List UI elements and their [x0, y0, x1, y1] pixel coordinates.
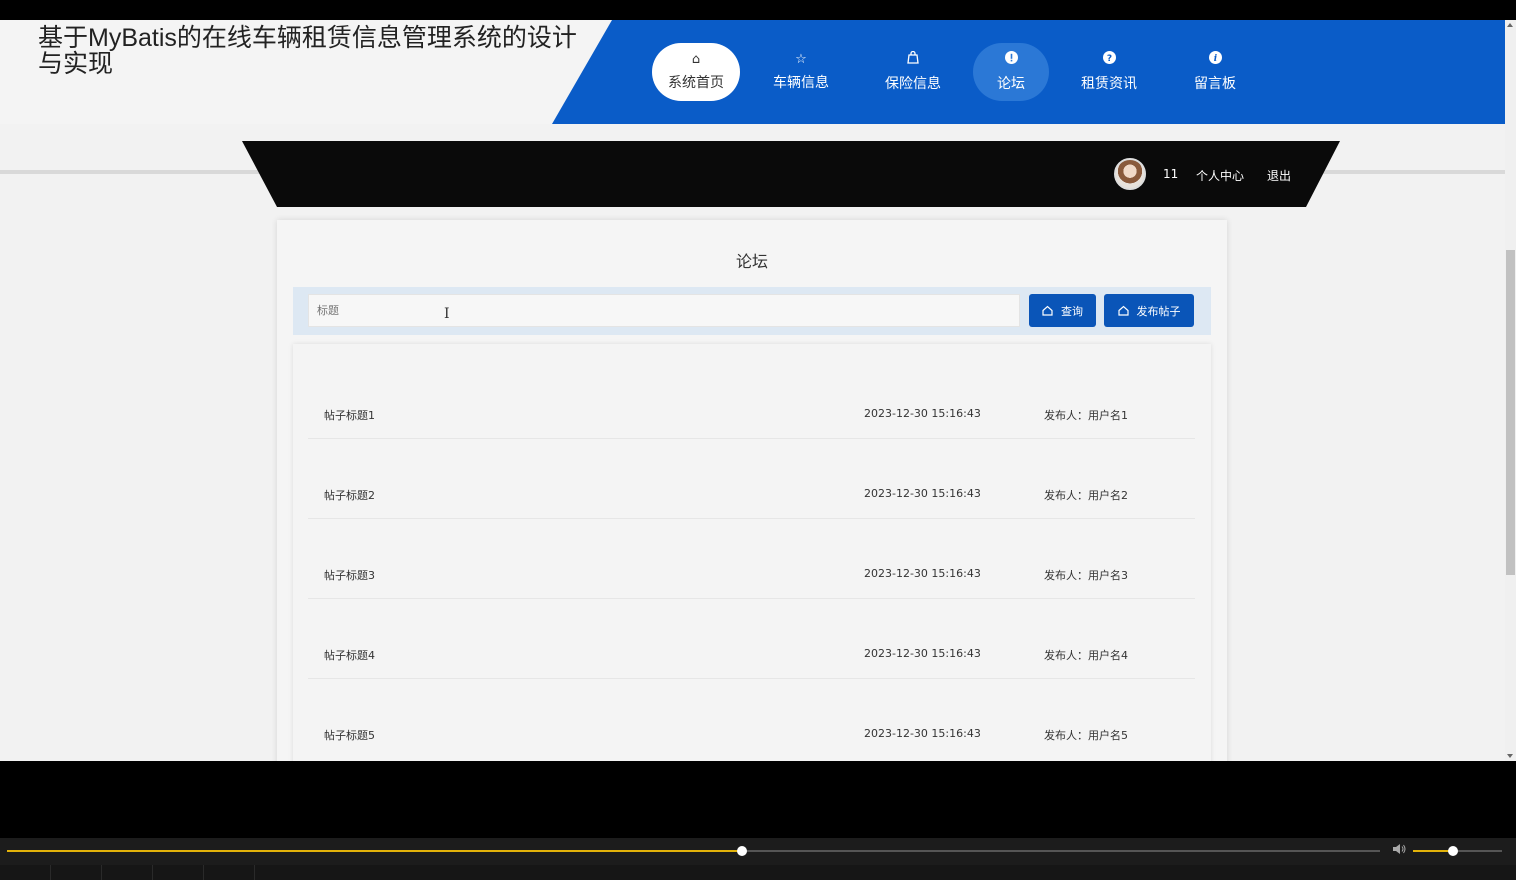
post-row[interactable]: 帖子标题3 2023-12-30 15:16:43 发布人：用户名3: [308, 519, 1195, 599]
post-row[interactable]: 帖子标题1 2023-12-30 15:16:43 发布人：用户名1: [308, 359, 1195, 439]
home-icon: [1042, 305, 1053, 316]
volume-handle[interactable]: [1448, 846, 1459, 856]
post-list: 帖子标题1 2023-12-30 15:16:43 发布人：用户名1 帖子标题2…: [293, 344, 1211, 761]
publish-label: 发布帖子: [1136, 304, 1181, 318]
nav-item-rental-news[interactable]: ? 租赁资讯: [1066, 43, 1152, 101]
player-cell: [204, 865, 255, 880]
progress-bar[interactable]: [7, 846, 1380, 856]
post-author: 发布人：用户名3: [1044, 569, 1128, 582]
nav-label: 留言板: [1194, 76, 1236, 92]
home-icon: ⌂: [691, 51, 701, 67]
site-title: 基于MyBatis的在线车辆租赁信息管理系统的设计与实现: [38, 24, 577, 78]
post-row[interactable]: 帖子标题2 2023-12-30 15:16:43 发布人：用户名2: [308, 439, 1195, 519]
post-date: 2023-12-30 15:16:43: [864, 407, 981, 420]
nav-item-insurance[interactable]: 保险信息: [872, 43, 954, 101]
nav-item-home[interactable]: ⌂ 系统首页: [652, 43, 740, 101]
player-bottom-strip: [0, 865, 1516, 880]
svg-text:?: ?: [1106, 54, 1111, 64]
query-button[interactable]: 查询: [1029, 294, 1096, 327]
player-cell: [0, 865, 51, 880]
svg-text:i: i: [1213, 54, 1217, 64]
question-circle-icon: ?: [1102, 51, 1116, 68]
info-circle-icon: i: [1208, 51, 1222, 68]
post-date: 2023-12-30 15:16:43: [864, 647, 981, 660]
page-title: 论坛: [735, 252, 768, 271]
video-player-controls: [0, 838, 1516, 880]
post-title[interactable]: 帖子标题4: [324, 647, 375, 663]
title-search-input[interactable]: [308, 294, 1020, 327]
player-cell: [153, 865, 204, 880]
post-row[interactable]: 帖子标题5 2023-12-30 15:16:43 发布人：用户名5: [308, 679, 1195, 759]
scroll-up-arrow-icon[interactable]: [1507, 23, 1513, 27]
scrollbar-thumb[interactable]: [1506, 250, 1515, 575]
nav-label: 租赁资讯: [1081, 76, 1137, 92]
nav-label: 保险信息: [885, 76, 941, 92]
home-icon: [1117, 305, 1129, 316]
post-author: 发布人：用户名5: [1044, 729, 1128, 742]
avatar[interactable]: [1114, 158, 1146, 190]
nav-item-vehicles[interactable]: ☆ 车辆信息: [760, 43, 842, 101]
forum-card: 论坛 I 查询 发布帖子 帖子标题1 2023-12-30 15:16:43 发…: [277, 220, 1227, 761]
volume-slider[interactable]: [1413, 846, 1502, 856]
post-date: 2023-12-30 15:16:43: [864, 727, 981, 740]
nav-label: 论坛: [997, 76, 1025, 92]
nav-label: 车辆信息: [773, 74, 829, 91]
query-label: 查询: [1061, 304, 1083, 318]
volume-icon[interactable]: [1392, 843, 1406, 859]
text-cursor-icon: I: [444, 306, 450, 322]
star-icon: ☆: [795, 51, 807, 67]
scroll-down-arrow-icon[interactable]: [1507, 754, 1513, 758]
logout-link[interactable]: 退出: [1267, 167, 1291, 184]
nav-item-forum[interactable]: 论坛: [973, 43, 1049, 101]
browser-viewport: 基于MyBatis的在线车辆租赁信息管理系统的设计与实现 ⌂ 系统首页 ☆ 车辆…: [0, 20, 1505, 761]
volume-fill: [1413, 850, 1454, 852]
bag-icon: [907, 50, 919, 68]
progress-fill: [7, 850, 742, 852]
exclamation-circle-icon: [1004, 51, 1018, 68]
user-bar: 11 个人中心 退出: [242, 141, 1340, 207]
post-date: 2023-12-30 15:16:43: [864, 487, 981, 500]
player-cell: [51, 865, 102, 880]
post-title[interactable]: 帖子标题1: [324, 407, 375, 423]
personal-center-link[interactable]: 个人中心: [1196, 167, 1244, 184]
post-author: 发布人：用户名2: [1044, 489, 1128, 502]
publish-post-button[interactable]: 发布帖子: [1104, 294, 1194, 327]
page-scrollbar[interactable]: [1505, 20, 1516, 761]
post-title[interactable]: 帖子标题2: [324, 487, 375, 503]
post-title[interactable]: 帖子标题5: [324, 727, 375, 743]
post-author: 发布人：用户名4: [1044, 649, 1128, 662]
post-title[interactable]: 帖子标题3: [324, 567, 375, 583]
post-author: 发布人：用户名1: [1044, 409, 1128, 422]
site-header: 基于MyBatis的在线车辆租赁信息管理系统的设计与实现 ⌂ 系统首页 ☆ 车辆…: [0, 20, 1505, 124]
progress-handle[interactable]: [736, 846, 747, 856]
search-bar: I 查询 发布帖子: [293, 287, 1211, 335]
post-date: 2023-12-30 15:16:43: [864, 567, 981, 580]
username: 11: [1163, 167, 1179, 181]
nav-item-message-board[interactable]: i 留言板: [1178, 43, 1252, 101]
post-row[interactable]: 帖子标题4 2023-12-30 15:16:43 发布人：用户名4: [308, 599, 1195, 679]
player-cell: [102, 865, 153, 880]
nav-label: 系统首页: [668, 74, 724, 91]
